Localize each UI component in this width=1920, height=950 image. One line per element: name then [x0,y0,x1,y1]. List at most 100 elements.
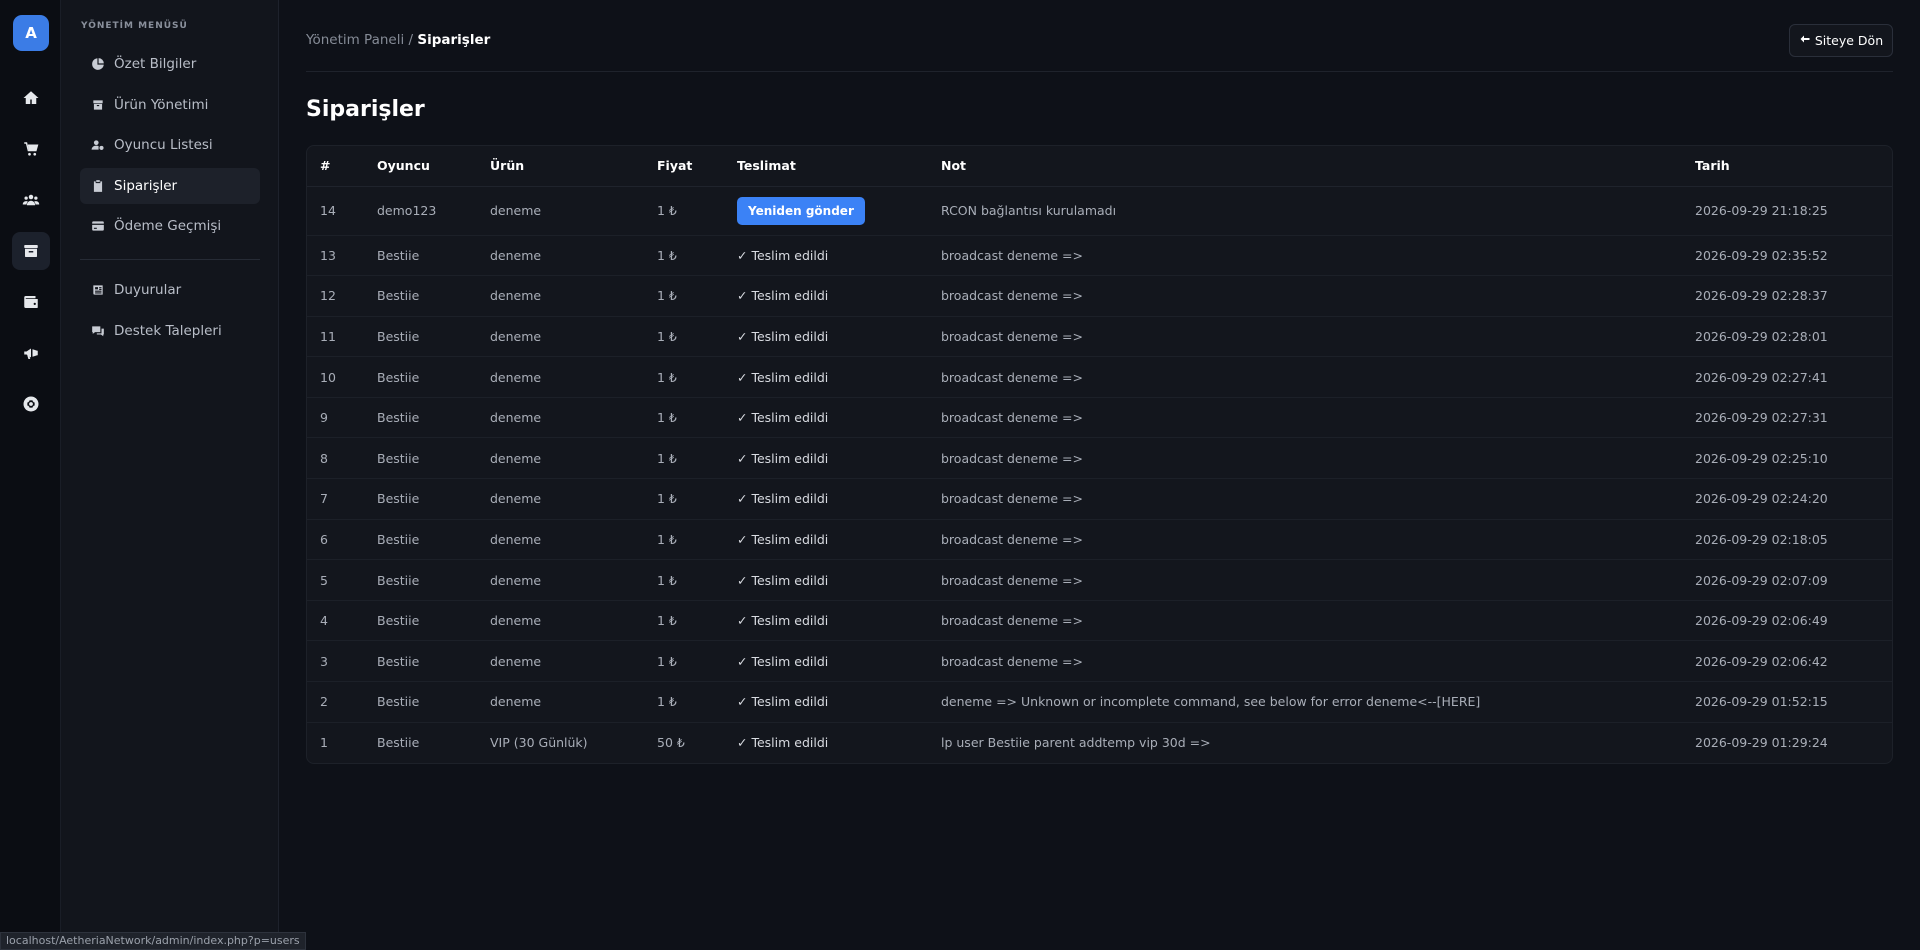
cell-text: 14 [320,203,336,218]
cell-id: 14 [307,186,377,236]
cell-product: deneme [490,356,657,398]
cell-text: 13 [320,247,336,263]
cart-icon[interactable] [12,130,50,168]
cell-player: Bestiie [377,437,490,480]
menu-item-overview[interactable]: Özet Bilgiler [80,46,260,82]
orders-table: # Oyuncu Ürün Fiyat Teslimat Not Tarih 1… [307,146,1892,763]
resend-button[interactable]: Yeniden gönder [737,196,865,225]
cell-text: 1 ₺ [657,328,677,344]
cell-text: 1 ₺ [657,203,677,218]
cell-player: Bestiie [377,356,490,398]
column-header-player: Oyuncu [377,146,490,187]
column-header-price: Fiyat [657,146,737,187]
home-icon[interactable] [12,79,50,117]
cell-text: 2026-09-29 02:24:20 [1695,491,1828,507]
cell-date: 2026-09-29 02:06:42 [1695,640,1892,683]
cell-note: broadcast deneme => [941,356,1695,398]
cell-id: 4 [307,600,377,642]
cell-text: deneme [490,491,542,507]
megaphone-icon[interactable] [12,334,50,372]
cell-price: 1 ₺ [657,640,737,683]
cell-price: 1 ₺ [657,275,737,317]
cell-note: deneme => Unknown or incomplete command,… [941,681,1695,723]
cell-price: 1 ₺ [657,397,737,439]
delivery-status: ✓ Teslim edildi [737,613,829,629]
menu-item-orders[interactable]: Siparişler [80,168,260,204]
column-header-delivery: Teslimat [737,146,941,187]
cell-price: 1 ₺ [657,600,737,642]
cell-text: broadcast deneme => [941,288,1083,304]
chart-pie-icon [90,56,106,72]
users-icon[interactable] [12,181,50,219]
cell-text: Bestiie [377,572,420,588]
menu-item-support-tickets[interactable]: Destek Talepleri [80,313,260,349]
cell-text: deneme [490,410,542,426]
table-row: 2 Bestiie deneme 1 ₺ ✓ Teslim edildi deneme =… [307,681,1892,723]
cell-player: demo123 [377,186,490,236]
cell-text: 2026-09-29 02:27:31 [1695,410,1828,426]
newspaper-icon [90,282,106,298]
cell-text: 11 [320,328,336,344]
cell-price: 1 ₺ [657,519,737,561]
breadcrumb-parent[interactable]: Yönetim Paneli [306,32,404,48]
menu-item-payment-history[interactable]: Ödeme Geçmişi [80,208,260,244]
archive-icon[interactable] [12,232,50,270]
cell-text: 1 ₺ [657,369,677,385]
cell-product: deneme [490,681,657,723]
cell-text: deneme [490,328,542,344]
cell-text: 1 ₺ [657,572,677,588]
cell-text: broadcast deneme => [941,328,1083,344]
cell-delivery: ✓ Teslim edildi [737,437,941,480]
cell-price: 1 ₺ [657,186,737,236]
cell-note: broadcast deneme => [941,640,1695,683]
cell-text: broadcast deneme => [941,653,1083,669]
cell-text: RCON bağlantısı kurulamadı [941,203,1117,218]
cell-player: Bestiie [377,275,490,317]
delivery-status: ✓ Teslim edildi [737,288,829,304]
cell-product: deneme [490,316,657,358]
cell-player: Bestiie [377,397,490,439]
cell-text: broadcast deneme => [941,369,1083,385]
cell-text: 1 ₺ [657,653,677,669]
table-header-row: # Oyuncu Ürün Fiyat Teslimat Not Tarih [307,146,1892,187]
menu-item-announcements[interactable]: Duyurular [80,272,260,308]
back-to-site-button[interactable]: Siteye Dön [1789,24,1893,57]
menu-item-players[interactable]: Oyuncu Listesi [80,127,260,163]
avatar[interactable]: A [13,15,49,51]
cell-price: 1 ₺ [657,437,737,480]
cell-price: 1 ₺ [657,478,737,520]
table-row: 6 Bestiie deneme 1 ₺ ✓ Teslim edildi broadcas… [307,519,1892,561]
delivery-status: ✓ Teslim edildi [737,247,829,263]
cell-player: Bestiie [377,600,490,642]
menu-item-label: Oyuncu Listesi [114,137,213,153]
cell-text: demo123 [377,203,437,218]
support-icon[interactable] [12,385,50,423]
cell-text: deneme => Unknown or incomplete command,… [941,694,1481,710]
cell-text: Bestiie [377,288,420,304]
table-row: 13 Bestiie deneme 1 ₺ ✓ Teslim edildi broadca… [307,235,1892,277]
menu-item-products[interactable]: Ürün Yönetimi [80,87,260,123]
back-to-site-label: Siteye Dön [1814,33,1884,48]
cell-text: Bestiie [377,328,420,344]
page-title: Siparişler [306,97,425,122]
cell-player: Bestiie [377,559,490,601]
cell-text: 7 [320,491,328,507]
cell-player: Bestiie [377,519,490,561]
table-row: 1 Bestiie VIP (30 Günlük) 50 ₺ ✓ Teslim edil… [307,722,1892,763]
cell-product: deneme [490,437,657,480]
cell-note: broadcast deneme => [941,316,1695,358]
cell-note: RCON bağlantısı kurulamadı [941,186,1695,236]
box-icon [90,97,106,113]
cell-id: 8 [307,437,377,480]
cell-text: broadcast deneme => [941,572,1083,588]
cell-delivery: ✓ Teslim edildi [737,316,941,358]
wallet-icon[interactable] [12,283,50,321]
cell-delivery: ✓ Teslim edildi [737,519,941,561]
cell-id: 1 [307,722,377,763]
menu-item-label: Siparişler [114,178,178,194]
cell-date: 2026-09-29 02:24:20 [1695,478,1892,520]
cell-text: 50 ₺ [657,735,685,751]
cell-text: broadcast deneme => [941,613,1083,629]
cell-text: 4 [320,613,328,629]
cell-text: deneme [490,369,542,385]
